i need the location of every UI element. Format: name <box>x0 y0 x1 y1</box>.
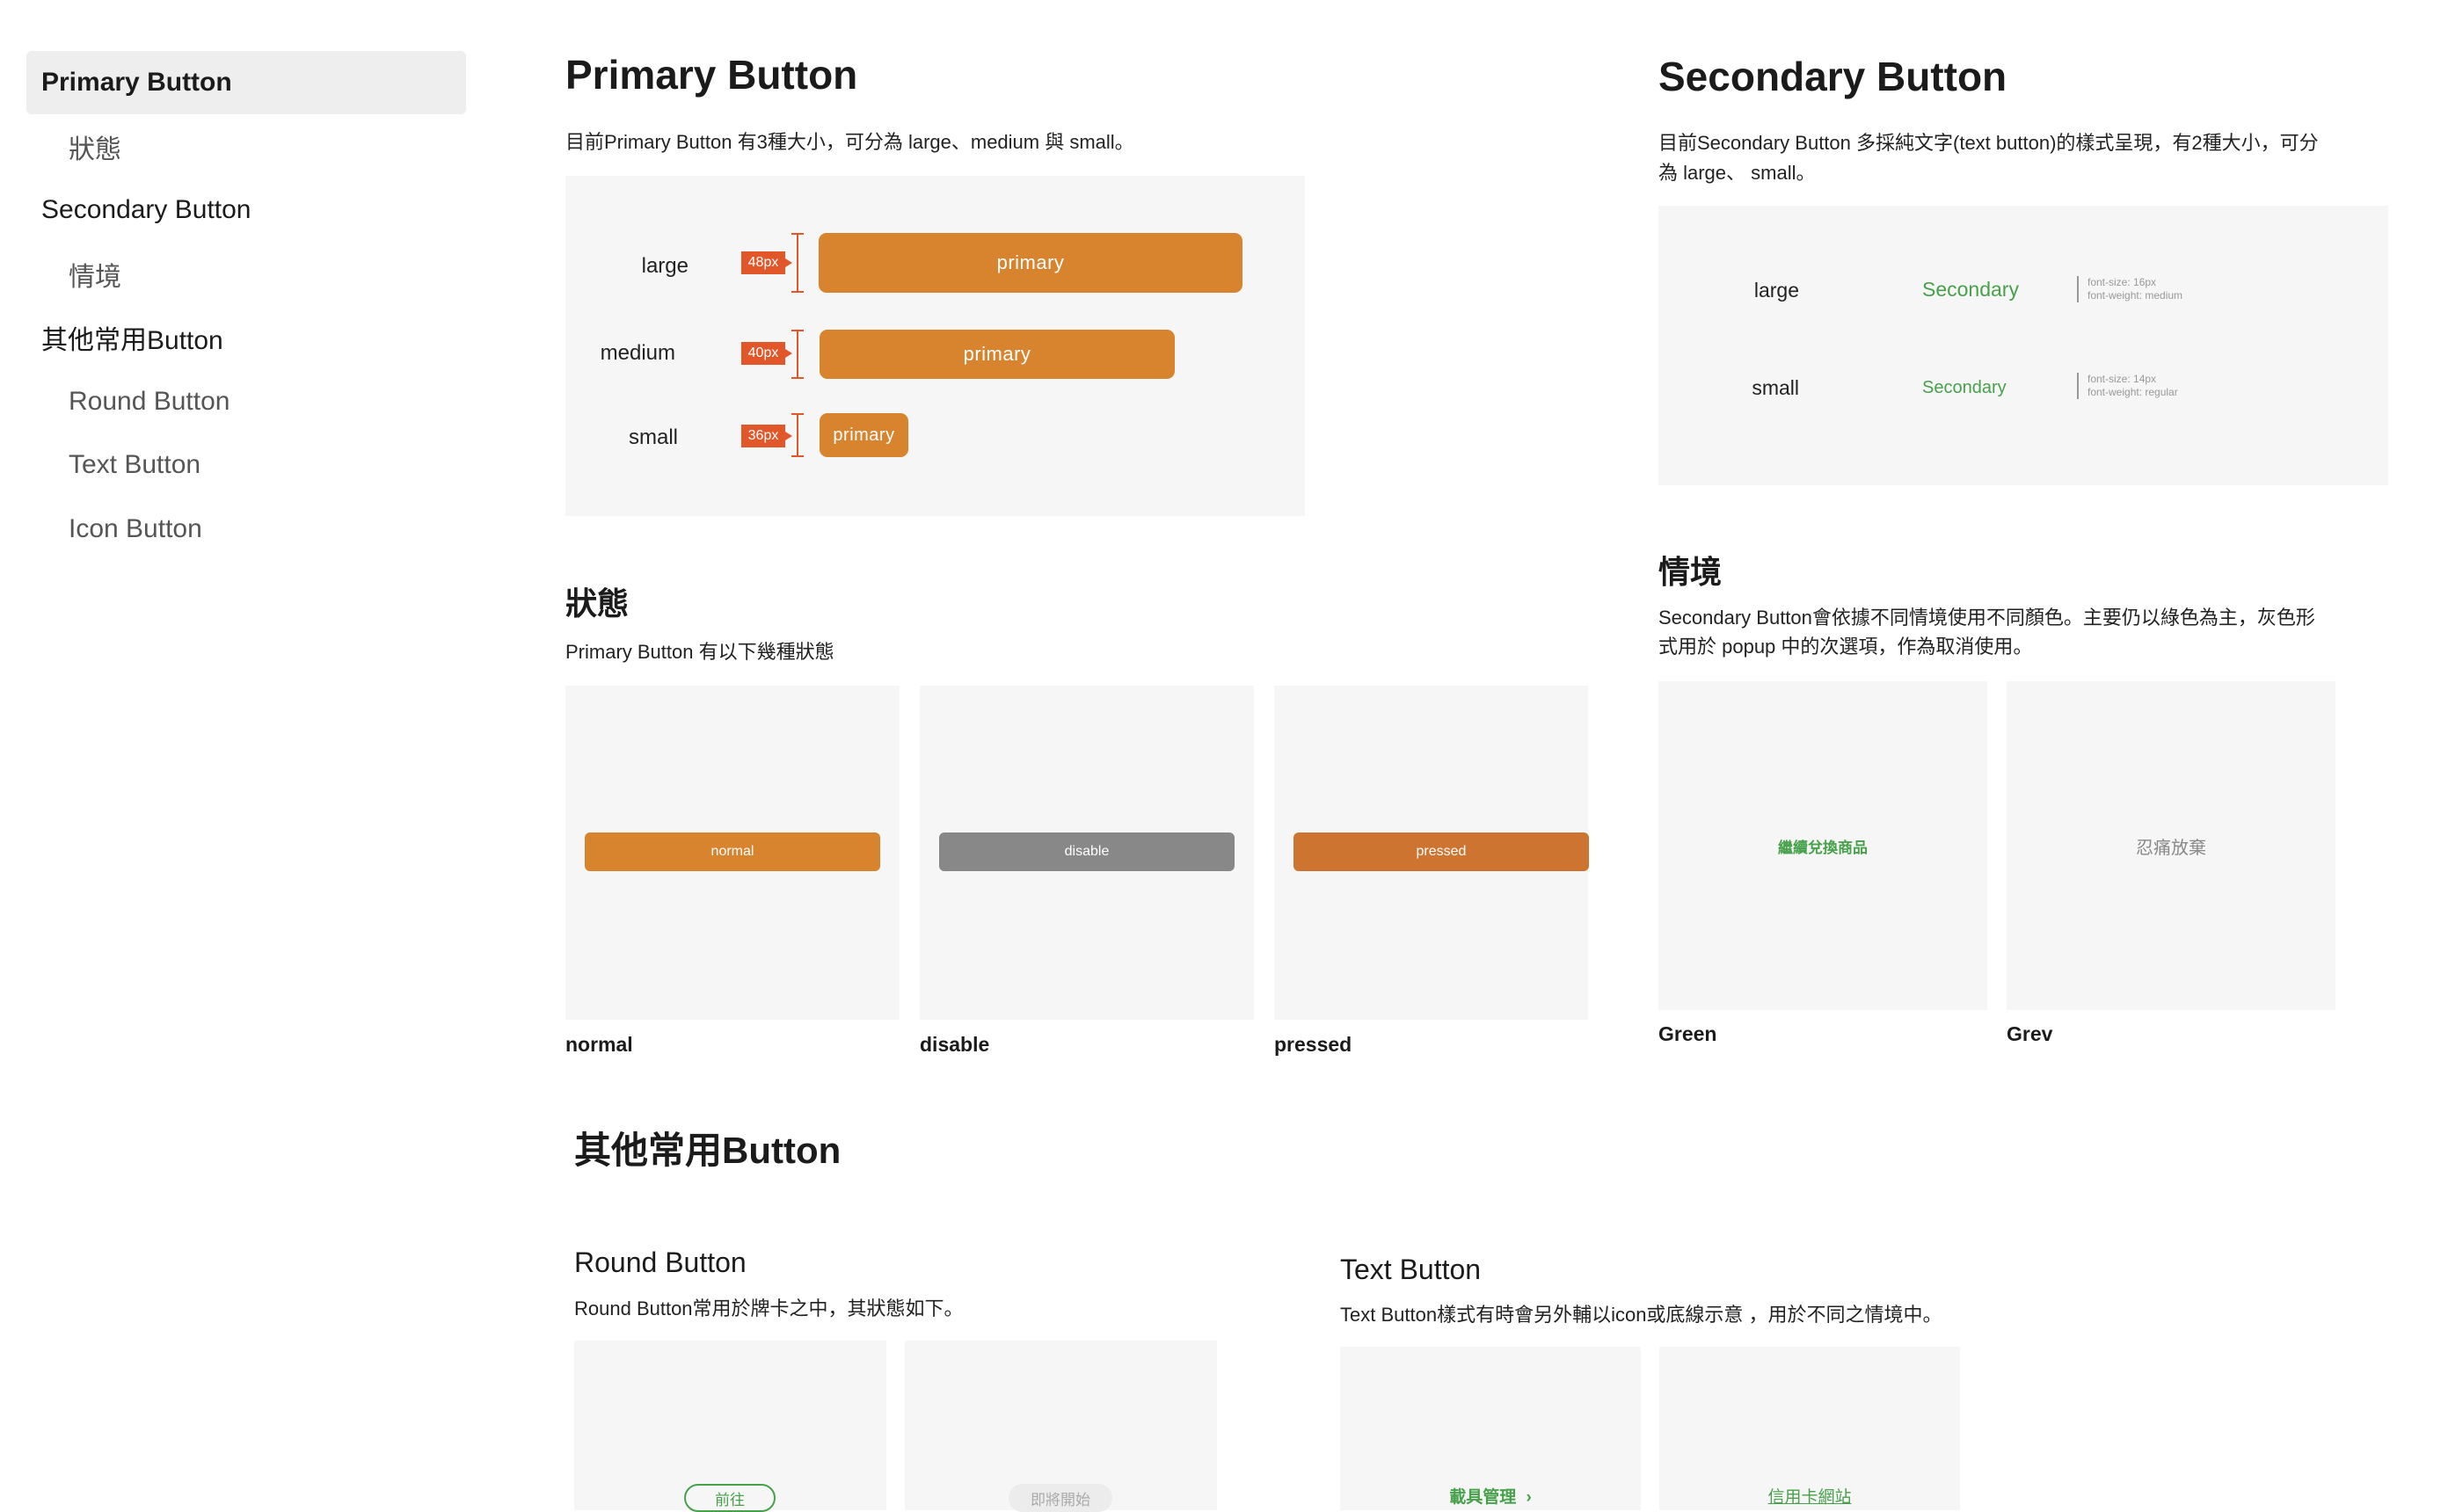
sidebar-item-label: Text Button <box>69 450 201 479</box>
sidebar-item-label: 狀態 <box>69 135 121 164</box>
sidebar-item-icon-button[interactable]: Icon Button <box>26 498 466 561</box>
primary-button-large[interactable]: primary <box>819 233 1242 293</box>
secondary-title: Secondary Button <box>1658 54 2007 99</box>
state-card-normal: normal <box>565 686 900 1020</box>
state-button-pressed[interactable]: pressed <box>1293 832 1589 871</box>
spec-font-size: font-size: 16px <box>2088 276 2157 288</box>
text-description: Text Button樣式有時會另外輔以icon或底線示意 ，用於不同之情境中。 <box>1340 1304 1942 1326</box>
state-card-disable: disable <box>920 686 1254 1020</box>
sidebar-item-context[interactable]: 情境 <box>26 243 466 306</box>
height-indicator-icon <box>791 330 809 379</box>
context-caption-green: Green <box>1658 1022 1717 1045</box>
chevron-right-icon: › <box>1526 1488 1532 1507</box>
spec-small: font-size: 14px font-weight: regular <box>2077 373 2178 399</box>
text-title: Text Button <box>1340 1254 1482 1285</box>
state-caption-disable: disable <box>920 1033 990 1056</box>
secondary-description-line2: 為 large、 small。 <box>1658 162 1816 184</box>
states-title: 狀態 <box>565 585 630 622</box>
context-card-green: 繼續兌換商品 <box>1658 681 1987 1010</box>
context-description-line1: Secondary Button會依據不同情境使用不同顏色。主要仍以綠色為主，灰… <box>1658 607 2315 629</box>
text-button-carrier[interactable]: 載具管理 › <box>1340 1484 1641 1508</box>
context-caption-grey: Grev <box>2007 1022 2053 1045</box>
sidebar-item-label: Primary Button <box>41 68 232 97</box>
sidebar-item-round-button[interactable]: Round Button <box>26 370 466 433</box>
size-tag-48: 48px <box>741 251 792 274</box>
sidebar-nav: Primary Button 狀態 Secondary Button 情境 其他… <box>0 0 492 1510</box>
size-label-small: small <box>628 425 678 449</box>
primary-description: 目前Primary Button 有3種大小，可分為 large、medium … <box>565 131 1134 153</box>
state-caption-pressed: pressed <box>1274 1033 1352 1056</box>
text-button-credit-card[interactable]: 信用卡網站 <box>1659 1484 1960 1508</box>
sec-size-label-large: large <box>1753 279 1799 302</box>
sidebar-item-label: 其他常用Button <box>41 326 223 355</box>
text-button-carrier-label: 載具管理 <box>1449 1488 1517 1507</box>
sidebar-item-label: Round Button <box>69 387 230 416</box>
state-button-disable: disable <box>939 832 1235 871</box>
size-tag-36: 36px <box>741 425 792 447</box>
height-indicator-icon <box>791 233 809 293</box>
sidebar-item-secondary-button[interactable]: Secondary Button <box>26 178 466 242</box>
context-button-green[interactable]: 繼續兌換商品 <box>1658 681 1987 1010</box>
size-tag-40: 40px <box>741 342 792 365</box>
sidebar-item-label: Icon Button <box>69 514 202 543</box>
primary-button-small[interactable]: primary <box>820 413 908 457</box>
primary-button-medium[interactable]: primary <box>820 330 1175 379</box>
round-button-upcoming: 即將開始 <box>1009 1484 1112 1512</box>
secondary-button-small[interactable]: Secondary <box>1922 378 2007 398</box>
context-description-line2: 式用於 popup 中的次選項，作為取消使用。 <box>1658 636 2033 658</box>
spec-font-weight: font-weight: medium <box>2088 289 2183 302</box>
states-description: Primary Button 有以下幾種狀態 <box>565 641 834 663</box>
spec-font-size: font-size: 14px <box>2088 373 2157 385</box>
spec-font-weight: font-weight: regular <box>2088 386 2178 398</box>
state-caption-normal: normal <box>565 1033 633 1056</box>
sidebar-item-primary-button[interactable]: Primary Button <box>26 51 466 114</box>
sidebar-item-label: 情境 <box>69 263 121 292</box>
secondary-sizes-panel: large Secondary font-size: 16px font-wei… <box>1658 206 2388 485</box>
sec-size-label-small: small <box>1752 376 1799 399</box>
sidebar-item-label: Secondary Button <box>41 195 251 224</box>
round-card-active: 前往 <box>574 1341 886 1512</box>
sidebar-item-other-buttons[interactable]: 其他常用Button <box>26 306 466 369</box>
primary-title: Primary Button <box>565 52 858 98</box>
round-card-upcoming: 即將開始 <box>905 1341 1217 1512</box>
secondary-description-line1: 目前Secondary Button 多採純文字(text button)的樣式… <box>1658 132 2319 154</box>
spec-large: font-size: 16px font-weight: medium <box>2077 276 2182 302</box>
sidebar-item-states[interactable]: 狀態 <box>26 115 466 178</box>
size-label-medium: medium <box>600 341 675 365</box>
sidebar-item-text-button[interactable]: Text Button <box>26 433 466 497</box>
secondary-button-large[interactable]: Secondary <box>1922 278 2019 302</box>
context-card-grey: 忍痛放棄 <box>2007 681 2335 1010</box>
round-title: Round Button <box>574 1247 747 1278</box>
state-button-normal[interactable]: normal <box>585 832 880 871</box>
others-title: 其他常用Button <box>574 1130 842 1171</box>
height-indicator-icon <box>791 413 809 457</box>
round-description: Round Button常用於牌卡之中，其狀態如下。 <box>574 1298 964 1319</box>
context-title: 情境 <box>1658 554 1723 590</box>
context-button-grey[interactable]: 忍痛放棄 <box>2007 681 2335 1010</box>
primary-sizes-panel: large 48px primary medium 40px primary s… <box>565 176 1305 516</box>
text-card-underline: 信用卡網站 <box>1659 1347 1960 1510</box>
text-card-icon: 載具管理 › <box>1340 1347 1641 1510</box>
round-button-go[interactable]: 前往 <box>684 1484 776 1512</box>
size-label-large: large <box>641 254 689 278</box>
state-card-pressed: pressed <box>1274 686 1589 1020</box>
